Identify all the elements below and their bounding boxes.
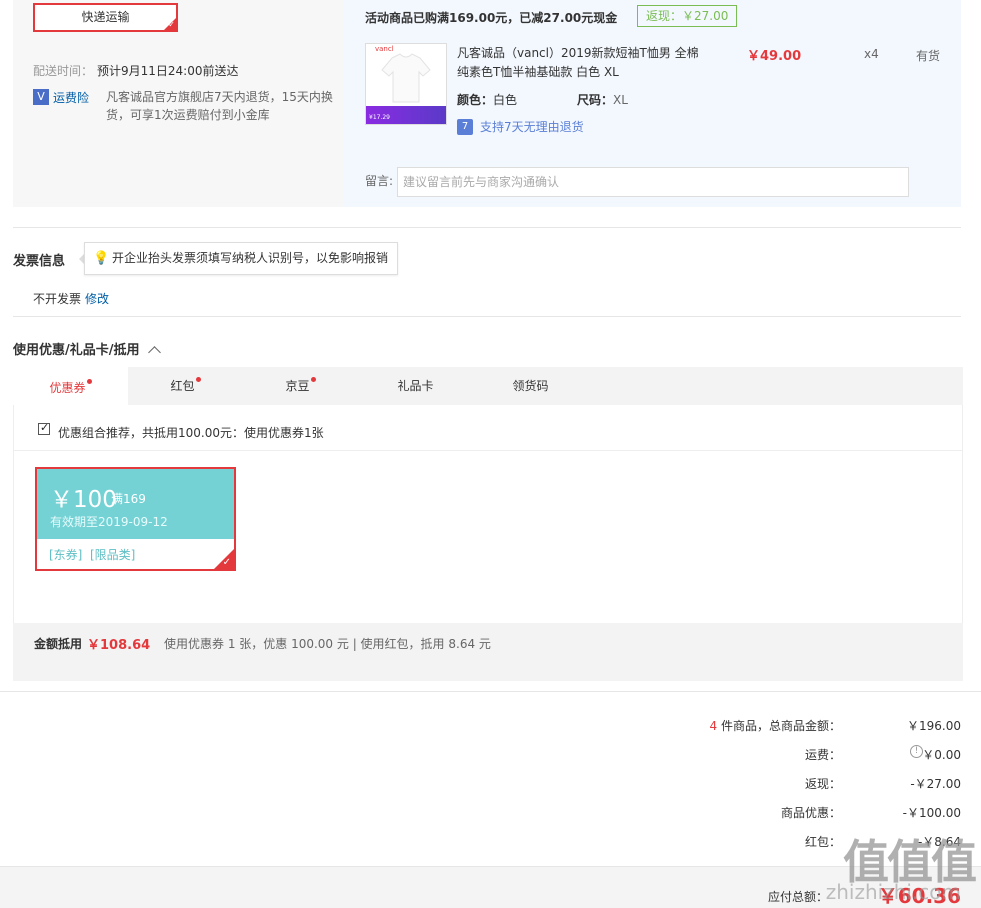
promo-text: 活动商品已购满169.00元，已减27.00元现金: [365, 11, 618, 25]
shield-icon: V: [33, 89, 49, 105]
coupon-card[interactable]: ￥100 满169 有效期至2019-09-12 [东券] [限品类] ✓: [35, 467, 236, 571]
coupon-tags: [东券] [限品类]: [49, 548, 136, 562]
tab-label: 红包: [170, 379, 195, 393]
discount-section-title[interactable]: 使用优惠/礼品卡/抵用: [13, 339, 161, 359]
lightbulb-icon: 💡: [93, 251, 110, 266]
goods-count-line: 4 件商品，总商品金额：: [710, 717, 841, 734]
product-title-line1: 凡客诚品（vancl）2019新款短袖T恤男 全棉: [457, 46, 699, 60]
red-packet-label: 红包：: [804, 835, 841, 849]
discount-summary: 金额抵用 ￥108.64 使用优惠券 1 张，优惠 100.00 元 | 使用红…: [13, 623, 963, 681]
new-dot-icon: [195, 377, 201, 382]
tab-label: 优惠券: [49, 381, 86, 395]
cashback-label: 返现：: [804, 777, 841, 791]
invoice-tip-text: 开企业抬头发票须填写纳税人识别号，以免影响报销: [112, 251, 389, 265]
insurance-description: 凡客诚品官方旗舰店7天内退货，15天内换 货，可享1次运费赔付到小金库: [106, 88, 333, 124]
invoice-tip: 💡 开企业抬头发票须填写纳税人识别号，以免影响报销: [84, 242, 398, 275]
payable-label: 应付总额：: [767, 890, 828, 904]
tab-label: 礼品卡: [397, 379, 434, 393]
summary-detail: 使用优惠券 1 张，优惠 100.00 元 | 使用红包，抵用 8.64 元: [164, 637, 491, 651]
cashback-tag: 返现：￥27.00: [637, 5, 738, 27]
divider: [13, 316, 961, 317]
remark-input[interactable]: 建议留言前先与商家沟通确认: [397, 167, 909, 197]
product-color: 颜色：白色: [457, 91, 517, 108]
product-title[interactable]: 凡客诚品（vancl）2019新款短袖T恤男 全棉 纯素色T恤半袖基础款 白色 …: [457, 44, 699, 82]
goods-discount-value: -￥100.00: [902, 806, 961, 820]
express-shipping-label: 快递运输: [81, 10, 130, 24]
coupon-selected-check-icon: ✓: [214, 549, 234, 569]
goods-count-label: 件商品，总商品金额：: [717, 719, 841, 733]
product-image[interactable]: vancl ¥17.29: [365, 43, 447, 125]
cashback-value: -￥27.00: [910, 777, 961, 791]
discount-title-text: 使用优惠/礼品卡/抵用: [13, 343, 140, 358]
product-quantity: x4: [864, 47, 879, 61]
info-icon[interactable]: !: [910, 745, 923, 758]
delivery-time-label: 配送时间：: [33, 64, 94, 78]
combo-checkbox[interactable]: ✓: [38, 421, 50, 435]
combo-text: 优惠组合推荐，共抵用100.00元：使用优惠券1张: [58, 426, 324, 440]
product-price: ￥49.00: [747, 49, 802, 64]
watermark-site: zhizhizhi.com: [825, 880, 961, 904]
goods-total: ￥196.00: [907, 719, 961, 733]
product-image-price: ¥17.29: [369, 114, 390, 121]
size-label: 尺码：: [577, 93, 614, 107]
summary-amount: ￥108.64: [87, 638, 151, 653]
tab-red-packet[interactable]: 红包: [128, 367, 243, 405]
tab-label: 京豆: [285, 379, 310, 393]
insurance-desc-line2: 货，可享1次运费赔付到小金库: [106, 108, 270, 122]
stock-status: 有货: [916, 49, 941, 63]
coupon-amount: ￥100: [50, 487, 117, 513]
summary-label: 金额抵用: [34, 637, 83, 651]
tab-redeem-code[interactable]: 领货码: [473, 367, 588, 405]
remark-label: 留言:: [365, 174, 394, 188]
product-size: 尺码：XL: [577, 91, 628, 108]
tab-coupon[interactable]: 优惠券: [13, 367, 128, 405]
divider: [13, 227, 961, 228]
coupon-validity: 有效期至2019-09-12: [50, 515, 168, 529]
coupon-condition: 满169: [111, 492, 146, 506]
return-policy-text: 支持7天无理由退货: [480, 120, 584, 134]
express-shipping-option[interactable]: 快递运输 ✓: [33, 3, 178, 32]
shipping-insurance-link[interactable]: 运费险: [53, 89, 89, 106]
product-title-line2: 纯素色T恤半袖基础款 白色 XL: [457, 65, 619, 79]
divider: [0, 691, 981, 692]
coupon-footer: [东券] [限品类]: [37, 539, 234, 569]
chevron-up-icon: [148, 346, 161, 359]
tab-jingdou[interactable]: 京豆: [243, 367, 358, 405]
size-value: XL: [613, 93, 628, 107]
invoice-title: 发票信息: [13, 254, 66, 269]
divider: [14, 450, 962, 451]
discount-tabs: 优惠券 红包 京豆 礼品卡 领货码: [13, 367, 963, 405]
return-7day-icon: 7: [457, 119, 473, 135]
shipping-fee-label: 运费：: [804, 748, 841, 762]
color-value: 白色: [493, 93, 518, 107]
tab-gift-card[interactable]: 礼品卡: [358, 367, 473, 405]
product-image-banner: ¥17.29: [366, 106, 446, 124]
shipping-fee-value: ￥0.00: [922, 748, 961, 762]
color-label: 颜色：: [457, 93, 494, 107]
new-dot-icon: [86, 379, 92, 384]
checkmark-icon: ✓: [40, 421, 50, 434]
invoice-edit-link[interactable]: 修改: [85, 290, 109, 307]
coupon-header: ￥100 满169 有效期至2019-09-12: [37, 469, 234, 539]
goods-discount-label: 商品优惠：: [780, 806, 841, 820]
invoice-value: 不开发票: [33, 292, 82, 306]
selected-check-icon: ✓: [164, 18, 176, 30]
new-dot-icon: [310, 377, 316, 382]
insurance-desc-line1: 凡客诚品官方旗舰店7天内退货，15天内换: [106, 90, 333, 104]
delivery-time-value: 预计9月11日24:00前送达: [97, 64, 239, 78]
tab-label: 领货码: [512, 379, 549, 393]
